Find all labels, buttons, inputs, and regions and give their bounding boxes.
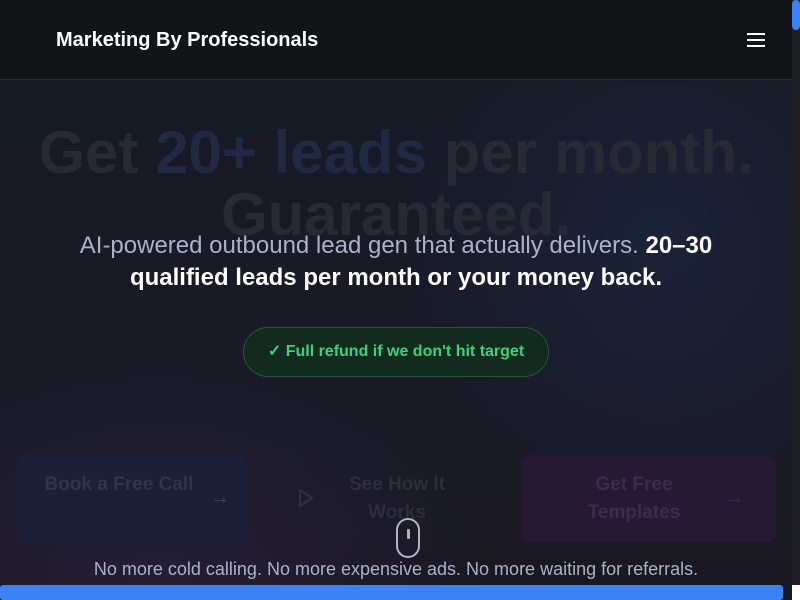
page-scrollbar[interactable] [792,0,800,585]
arrow-right-icon: → [724,487,744,509]
refund-guarantee-badge: ✓ Full refund if we don't hit target [243,327,549,377]
get-free-templates-button[interactable]: Get Free Templates → [521,455,776,543]
landing-page: Marketing By Professionals Get 20+ leads… [0,0,792,600]
brand-name[interactable]: Marketing By Professionals [56,28,318,52]
hero-headline: Get 20+ leads per month. Guaranteed. [0,122,792,246]
headline-highlight: 20+ leads [155,119,427,186]
hero-tagline: No more cold calling. No more expensive … [93,559,699,579]
get-free-templates-label: Get Free Templates [587,474,681,523]
play-icon [298,489,314,511]
hero-subtitle: AI-powered outbound lead gen that actual… [56,230,736,294]
scrollbar-corner [792,585,800,600]
book-free-call-button[interactable]: Book a Free Call → [16,455,247,543]
arrow-right-icon: → [210,487,230,509]
site-header: Marketing By Professionals [0,0,792,80]
see-how-it-works-button[interactable]: See How It Works [272,455,492,543]
subtitle-plain: AI-powered outbound lead gen that actual… [79,232,646,259]
scrollbar-thumb[interactable] [792,0,800,30]
mouse-wheel [407,529,410,539]
book-free-call-label: Book a Free Call [44,474,194,495]
scroll-down-mouse-icon[interactable] [396,518,420,558]
bottom-progress-bar [0,585,783,600]
headline-part1: Get [38,119,156,186]
headline-part2: per month. [426,119,754,186]
hamburger-menu-icon[interactable] [744,30,766,50]
see-how-it-works-label: See How It Works [348,474,446,523]
